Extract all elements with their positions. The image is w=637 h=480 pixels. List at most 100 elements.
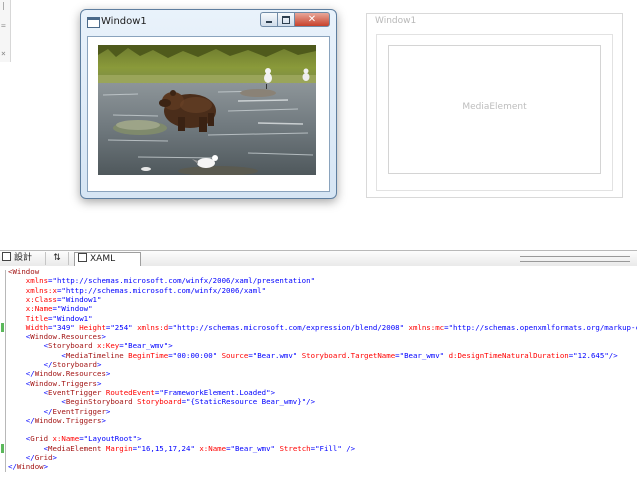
xaml-token-attr: Stretch	[279, 443, 311, 453]
xaml-line[interactable]: </EventTrigger>	[8, 406, 111, 416]
xaml-token-punc: >	[97, 378, 102, 388]
xaml-line[interactable]: <Storyboard x:Key="Bear_wmv">	[8, 341, 173, 350]
xaml-token-tag: BeginStoryboard	[65, 397, 138, 407]
xaml-token-punc: <	[8, 443, 49, 453]
maximize-button[interactable]	[277, 12, 294, 27]
xaml-token-punc: <	[8, 387, 49, 397]
xaml-line[interactable]: </Grid>	[8, 453, 57, 462]
xaml-token-tag: Storyboard	[52, 360, 98, 369]
toolbox-edge[interactable]: | = ×	[0, 0, 11, 62]
xaml-token-tag: Window.Triggers	[30, 378, 97, 388]
close-button[interactable]: ✕	[294, 12, 330, 27]
design-surface[interactable]: | = × Window1 ✕ Window1 MediaElement	[0, 0, 637, 250]
xaml-line[interactable]: </Window.Resources>	[8, 369, 111, 379]
window-titlebar[interactable]: Window1 ✕	[81, 10, 336, 36]
design-window-preview[interactable]: Window1 MediaElement	[366, 13, 623, 198]
xaml-token-punc: </	[8, 415, 35, 425]
tab-xaml[interactable]: XAML	[74, 252, 141, 266]
xaml-token-val: "LayoutRoot"	[83, 434, 138, 444]
xaml-token-val: "Window1"	[52, 313, 93, 323]
splitter-grip[interactable]	[520, 256, 630, 262]
xaml-token-attr: Storyboard.TargetName	[301, 350, 396, 360]
xaml-line[interactable]: <EventTrigger RoutedEvent="FrameworkElem…	[8, 388, 275, 397]
xaml-token-punc: <	[8, 341, 49, 351]
xaml-token-attr: d:DesignTimeNaturalDuration	[448, 350, 569, 360]
media-element-video[interactable]	[98, 45, 316, 175]
xaml-token-punc: </	[8, 453, 35, 462]
xaml-token-val: "Window1"	[61, 294, 102, 304]
xaml-token-tag: Window.Resources	[30, 332, 102, 342]
outline-guide	[5, 270, 6, 472]
xaml-token-val: "Bear_wmv"	[123, 341, 169, 351]
xaml-token-punc: >	[43, 462, 49, 472]
xaml-token-attr: x:Class	[8, 294, 57, 304]
xaml-token-punc: >	[137, 434, 142, 444]
xaml-line[interactable]: x:Name="Window"	[8, 304, 93, 313]
xaml-token-punc: </	[8, 360, 53, 369]
window-app-icon	[87, 17, 100, 28]
xaml-token-punc: <	[8, 378, 31, 388]
toolbox-pin-icon: |	[1, 1, 6, 10]
xaml-line[interactable]: <BeginStoryboard Storyboard="{StaticReso…	[8, 397, 315, 406]
xaml-line[interactable]: </Storyboard>	[8, 360, 102, 369]
xaml-line[interactable]: Title="Window1"	[8, 314, 93, 323]
xaml-line[interactable]: <Window.Triggers>	[8, 378, 102, 388]
xaml-token-val: "http://schemas.microsoft.com/winfx/2006…	[61, 285, 267, 295]
xaml-token-tag: Grid	[30, 434, 53, 444]
window-title: Window1	[101, 16, 147, 27]
xaml-token-punc: </	[8, 406, 53, 416]
xaml-line[interactable]: <Window	[8, 267, 39, 276]
caption-buttons: ✕	[260, 12, 330, 27]
window-client-area	[87, 36, 330, 192]
xaml-line[interactable]: xmlns="http://schemas.microsoft.com/winf…	[8, 276, 315, 285]
xaml-token-attr: BeginTime	[128, 350, 169, 360]
xaml-line[interactable]: xmlns:x="http://schemas.microsoft.com/wi…	[8, 286, 266, 295]
design-view-icon	[2, 252, 11, 261]
design-window-title: Window1	[375, 16, 417, 26]
xaml-line[interactable]: <MediaTimeline BeginTime="00:00:00" Sour…	[8, 350, 617, 360]
xaml-line[interactable]: x:Class="Window1"	[8, 294, 102, 304]
xaml-token-val: "Fill"	[315, 443, 347, 453]
xaml-token-tag: <Window	[8, 267, 40, 276]
xaml-token-punc: />	[306, 397, 316, 407]
toolbox-separator-icon: =	[1, 21, 6, 30]
xaml-token-attr: xmlns:mc	[408, 322, 445, 332]
xaml-token-val: "{StaticResource Bear_wmv}"	[186, 397, 307, 407]
xaml-token-val: "Bear_wmv"	[399, 350, 449, 360]
xaml-token-tag: Window.Triggers	[34, 415, 102, 425]
xaml-token-punc: </	[8, 462, 17, 472]
xaml-line[interactable]: Width="349" Height="254" xmlns:d="http:/…	[8, 323, 637, 332]
swap-icon: ⇅	[53, 253, 61, 263]
xaml-token-tag: EventTrigger	[48, 387, 106, 397]
xaml-token-val: "Bear_wmv"	[230, 443, 280, 453]
xaml-line[interactable]: <Window.Resources>	[8, 332, 106, 341]
xaml-line[interactable]: <MediaElement Margin="16,15,17,24" x:Nam…	[8, 443, 356, 453]
xaml-token-punc: />	[346, 443, 356, 453]
media-element-placeholder[interactable]: MediaElement	[388, 45, 601, 174]
toolbox-close-icon: ×	[1, 49, 6, 58]
tab-design[interactable]: 設計	[2, 252, 42, 265]
xaml-editor[interactable]: <Window xmlns="http://schemas.microsoft.…	[0, 266, 637, 480]
xaml-line[interactable]: </Window>	[8, 462, 48, 471]
minimize-button[interactable]	[260, 12, 277, 27]
xaml-line[interactable]: </Window.Triggers>	[8, 416, 106, 425]
close-icon: ✕	[307, 14, 317, 25]
xaml-line[interactable]: <Grid x:Name="LayoutRoot">	[8, 434, 142, 443]
xaml-token-val: "16,15,17,24"	[137, 443, 200, 453]
xaml-token-attr: Height	[79, 322, 106, 332]
xaml-token-punc: >	[97, 360, 102, 369]
xaml-token-punc: >	[52, 453, 57, 462]
xaml-token-tag: MediaTimeline	[65, 350, 129, 360]
xaml-token-attr: xmlns	[8, 276, 49, 286]
xaml-token-attr: x:Name	[199, 443, 227, 453]
layout-root-grid[interactable]: MediaElement	[376, 34, 613, 191]
xaml-token-attr: Margin	[105, 443, 133, 453]
xaml-token-attr: Title	[8, 313, 49, 323]
swap-panes-button[interactable]: ⇅	[45, 252, 69, 265]
xaml-token-tag: Window.Resources	[34, 369, 106, 379]
xaml-token-attr: x:Name	[8, 304, 53, 314]
xaml-token-attr: xmlns:d	[137, 322, 169, 332]
xaml-token-attr: xmlns:x	[8, 285, 57, 295]
bear-video-frame	[98, 45, 316, 175]
running-window[interactable]: Window1 ✕	[80, 9, 337, 199]
